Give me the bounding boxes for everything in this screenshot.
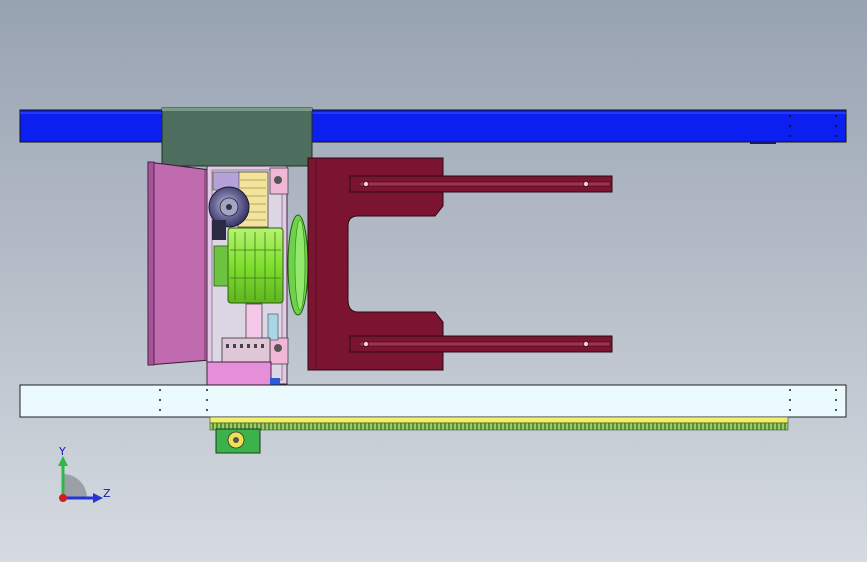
model-view[interactable]: Y Z (0, 0, 867, 562)
z-arrow-icon (93, 493, 103, 503)
top-beam[interactable] (19, 109, 847, 144)
origin-dot (59, 494, 67, 502)
fork-plate[interactable] (307, 157, 613, 371)
rack[interactable] (209, 416, 789, 431)
pinion-drive[interactable] (215, 428, 261, 454)
bottom-beam[interactable] (19, 384, 847, 418)
flange-disc[interactable] (287, 214, 309, 316)
triad-quadrant (63, 474, 87, 498)
z-axis-label: Z (103, 487, 111, 500)
y-axis-label: Y (58, 445, 66, 458)
axis-triad: Y Z (58, 445, 111, 503)
cad-viewport[interactable]: Y Z (0, 0, 867, 562)
hopper[interactable] (147, 161, 211, 366)
carriage-block[interactable] (161, 107, 313, 167)
